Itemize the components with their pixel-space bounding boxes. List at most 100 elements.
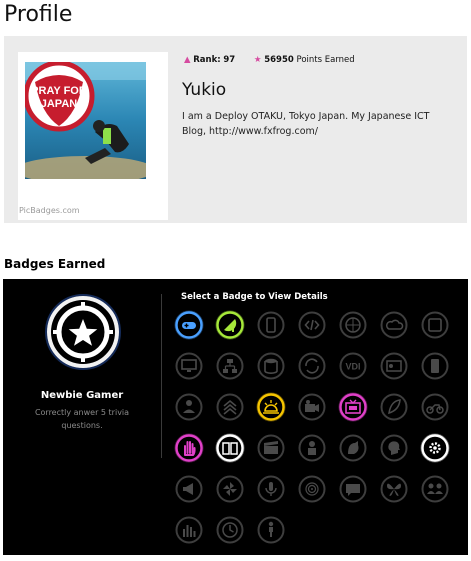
badge-grid: VDI [174, 310, 462, 550]
badge-item[interactable] [297, 310, 327, 340]
badge-item[interactable] [379, 310, 409, 340]
avatar-credit: PicBadges.com [19, 206, 80, 215]
equalizer-icon [175, 516, 203, 544]
badge-item[interactable] [297, 474, 327, 504]
panel-divider [161, 294, 162, 458]
star-badge-icon[interactable] [45, 294, 121, 370]
badge-item[interactable] [420, 474, 450, 504]
phone-icon [421, 352, 449, 380]
group-icon [421, 475, 449, 503]
profile-page: Profile PRAY FOR JAPAN PicBadges.com ▲ R… [0, 0, 471, 561]
badge-item[interactable] [256, 392, 286, 422]
code-icon [298, 311, 326, 339]
badge-item[interactable] [379, 351, 409, 381]
user-bio: I am a Deploy OTAKU, Tokyo Japan. My Jap… [182, 111, 430, 137]
badge-item[interactable] [420, 392, 450, 422]
badge-item[interactable] [379, 474, 409, 504]
megaphone-icon [175, 475, 203, 503]
badges-section-title: Badges Earned [4, 257, 106, 271]
standing-person-icon [257, 516, 285, 544]
vdi-icon: VDI [339, 352, 367, 380]
badge-item[interactable] [215, 310, 245, 340]
rooster-icon [339, 434, 367, 462]
badge-item[interactable] [297, 392, 327, 422]
badge-item[interactable] [338, 310, 368, 340]
badge-item[interactable] [215, 474, 245, 504]
database-icon [257, 352, 285, 380]
badge-item[interactable] [174, 433, 204, 463]
badge-item[interactable] [297, 433, 327, 463]
badge-item[interactable] [338, 433, 368, 463]
selected-badge-description: Correctly anwer 5 trivia questions. [34, 408, 130, 430]
network-icon [216, 352, 244, 380]
points-stat: ★ 56950 Points Earned [254, 55, 355, 65]
user-book-icon [175, 393, 203, 421]
butterfly-icon [380, 475, 408, 503]
badge-item[interactable] [379, 433, 409, 463]
points-value: 56950 [264, 55, 294, 65]
badge-item[interactable] [174, 310, 204, 340]
clock-icon [216, 516, 244, 544]
user-icon: ▲ [184, 55, 191, 65]
badge-item[interactable] [174, 474, 204, 504]
motorcycle-icon [421, 393, 449, 421]
badge-item[interactable] [379, 392, 409, 422]
badge-item[interactable] [174, 515, 204, 545]
badge-item[interactable] [256, 310, 286, 340]
svg-text:VDI: VDI [345, 362, 360, 372]
fingerprint-icon [298, 475, 326, 503]
rank-label: Rank: [193, 55, 221, 65]
points-label: Points Earned [296, 55, 355, 65]
badge-item[interactable] [338, 474, 368, 504]
badge-item[interactable] [215, 351, 245, 381]
satellite-dish-icon [215, 310, 245, 340]
badge-item[interactable] [215, 515, 245, 545]
badge-item[interactable] [215, 392, 245, 422]
badge-item[interactable] [338, 392, 368, 422]
avatar-frame: PRAY FOR JAPAN PicBadges.com [18, 52, 168, 220]
pinwheel-icon [216, 475, 244, 503]
gamepad-icon [174, 310, 204, 340]
globe-icon [339, 311, 367, 339]
rank-value: 97 [223, 55, 236, 65]
user-name: Yukio [182, 80, 227, 100]
sunrise-icon [256, 392, 286, 422]
badge-item[interactable] [256, 515, 286, 545]
gear-icon [420, 433, 450, 463]
sync-icon [298, 352, 326, 380]
badge-item[interactable] [420, 351, 450, 381]
hand-icon [174, 433, 204, 463]
feather-icon [380, 393, 408, 421]
badge-item[interactable] [174, 392, 204, 422]
badge-item[interactable] [256, 351, 286, 381]
chat-bubble-icon [339, 475, 367, 503]
rank-stat: ▲ Rank: 97 [184, 55, 235, 65]
badge-item[interactable] [215, 433, 245, 463]
badge-item[interactable] [174, 351, 204, 381]
id-card-icon [380, 352, 408, 380]
badge-item[interactable] [420, 433, 450, 463]
avatar-sticker-line1: PRAY FOR [31, 85, 87, 97]
selected-badge-panel: Newbie Gamer Correctly anwer 5 trivia qu… [3, 279, 161, 479]
page-title: Profile [4, 2, 73, 27]
smartphone-icon [257, 311, 285, 339]
book-icon [215, 433, 245, 463]
badge-item[interactable]: VDI [338, 351, 368, 381]
head-icon [380, 434, 408, 462]
tablet-icon [421, 311, 449, 339]
profile-stats: ▲ Rank: 97 ★ 56950 Points Earned [184, 55, 371, 65]
badge-item[interactable] [256, 474, 286, 504]
profile-card: PRAY FOR JAPAN PicBadges.com ▲ Rank: 97 … [4, 36, 467, 223]
monitor-icon [175, 352, 203, 380]
avatar-photo-image: PRAY FOR JAPAN [25, 62, 146, 179]
person-icon [298, 434, 326, 462]
microphone-icon [257, 475, 285, 503]
badge-item[interactable] [297, 351, 327, 381]
badge-item[interactable] [256, 433, 286, 463]
star-icon: ★ [253, 55, 262, 65]
cloud-icon [380, 311, 408, 339]
selected-badge-name: Newbie Gamer [40, 390, 124, 401]
avatar[interactable]: PRAY FOR JAPAN [25, 62, 146, 179]
badge-item[interactable] [420, 310, 450, 340]
tv-icon [338, 392, 368, 422]
